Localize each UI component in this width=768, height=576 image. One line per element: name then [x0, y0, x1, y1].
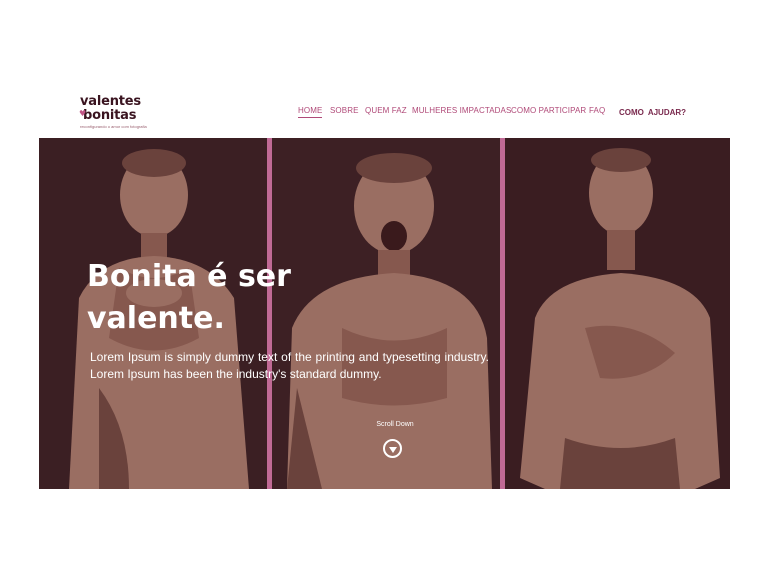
hero-description: Lorem Ipsum is simply dummy text of the … — [90, 350, 489, 381]
nav-home[interactable]: HOME — [298, 106, 323, 118]
scroll-down-button[interactable] — [383, 439, 402, 458]
chevron-down-icon — [388, 446, 397, 453]
nav-mulheres-impactadas[interactable]: MULHERES IMPACTADAS — [412, 106, 511, 115]
logo-tagline: reconfigurando o amor com fotografia — [80, 124, 147, 129]
heart-icon: ♥ — [79, 109, 86, 118]
hero-title-line-2: valente. — [87, 301, 225, 336]
hero-title-line-1: Bonita é ser — [87, 259, 291, 294]
hero-photo-right — [505, 138, 730, 489]
nav-quem-faz[interactable]: QUEM FAZ — [365, 106, 407, 115]
nav-faq[interactable]: FAQ — [589, 106, 605, 115]
logo[interactable]: valentes ♥ bonitas reconfigurando o amor… — [79, 94, 150, 130]
como-ajudar-link[interactable]: COMO AJUDAR? — [619, 108, 686, 117]
logo-text-top: valentes — [80, 94, 141, 109]
scroll-down-label: Scroll Down — [376, 421, 414, 428]
woman-standing-illustration — [520, 148, 720, 489]
nav-sobre[interactable]: SOBRE — [330, 106, 359, 115]
hero-section: Bonita é ser valente. Lorem Ipsum is sim… — [39, 138, 730, 489]
logo-text-bottom: ♥ bonitas — [79, 108, 150, 123]
logo-text-bottom-label: bonitas — [83, 108, 137, 123]
nav-como-participar[interactable]: COMO PARTICIPAR — [511, 106, 586, 115]
hero-title: Bonita é ser valente. — [87, 256, 347, 340]
